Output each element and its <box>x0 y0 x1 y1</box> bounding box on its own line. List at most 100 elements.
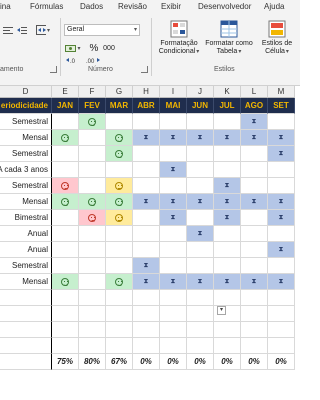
decrease-decimal-icon[interactable]: .00 <box>84 54 102 66</box>
thousands-separator-button[interactable]: 000 <box>100 42 118 54</box>
completion-percentage[interactable]: 67% <box>106 354 133 370</box>
status-cell[interactable] <box>133 178 160 194</box>
tab-formulas[interactable]: Fórmulas <box>30 2 63 11</box>
status-cell[interactable] <box>79 114 106 130</box>
status-cell[interactable]: ⧗ <box>268 130 295 146</box>
status-cell[interactable] <box>52 210 79 226</box>
status-cell[interactable]: ⧗ <box>268 194 295 210</box>
empty-cell[interactable] <box>52 306 79 322</box>
number-format-dropdown[interactable]: Geral ▾ <box>64 24 140 36</box>
tab-review[interactable]: Revisão <box>118 2 147 11</box>
completion-percentage[interactable]: 0% <box>133 354 160 370</box>
status-cell[interactable] <box>187 146 214 162</box>
periodicity-cell[interactable]: Mensal <box>0 274 52 290</box>
status-cell[interactable] <box>160 178 187 194</box>
status-cell[interactable] <box>160 242 187 258</box>
status-cell[interactable] <box>160 226 187 242</box>
status-cell[interactable]: ⧗ <box>133 258 160 274</box>
periodicity-cell[interactable]: Bimestral <box>0 210 52 226</box>
empty-cell[interactable] <box>268 338 295 354</box>
empty-cell[interactable] <box>268 322 295 338</box>
tab-help[interactable]: Ajuda <box>264 2 284 11</box>
status-cell[interactable] <box>79 226 106 242</box>
status-cell[interactable] <box>133 242 160 258</box>
periodicity-cell[interactable]: Anual <box>0 226 52 242</box>
status-cell[interactable] <box>79 258 106 274</box>
status-cell[interactable] <box>187 242 214 258</box>
empty-cell[interactable] <box>214 338 241 354</box>
empty-cell[interactable] <box>133 290 160 306</box>
status-cell[interactable]: ⧗ <box>160 194 187 210</box>
status-cell[interactable]: ⧗ <box>268 210 295 226</box>
column-header-k[interactable]: K <box>214 86 241 98</box>
status-cell[interactable] <box>106 146 133 162</box>
periodicity-cell[interactable]: A cada 3 anos <box>0 162 52 178</box>
status-cell[interactable] <box>79 146 106 162</box>
periodicity-cell[interactable]: Semestral <box>0 114 52 130</box>
empty-cell[interactable] <box>79 322 106 338</box>
status-cell[interactable] <box>268 178 295 194</box>
empty-cell[interactable] <box>106 290 133 306</box>
status-cell[interactable] <box>106 130 133 146</box>
column-header-h[interactable]: H <box>133 86 160 98</box>
completion-percentage[interactable]: 0% <box>214 354 241 370</box>
empty-cell[interactable] <box>106 322 133 338</box>
empty-cell[interactable] <box>160 306 187 322</box>
empty-cell[interactable] <box>52 290 79 306</box>
status-cell[interactable]: ⧗ <box>160 274 187 290</box>
empty-cell[interactable] <box>214 290 241 306</box>
tab-page-layout[interactable]: ina <box>0 2 11 11</box>
empty-cell[interactable] <box>241 306 268 322</box>
empty-cell[interactable] <box>268 306 295 322</box>
increase-decimal-icon[interactable]: .0 <box>64 54 82 66</box>
empty-cell[interactable] <box>0 322 52 338</box>
status-cell[interactable] <box>133 226 160 242</box>
tab-developer[interactable]: Desenvolvedor <box>198 2 251 11</box>
status-cell[interactable]: ⧗ <box>268 242 295 258</box>
status-cell[interactable]: ⧗ <box>214 210 241 226</box>
status-cell[interactable] <box>79 130 106 146</box>
column-header-l[interactable]: L <box>241 86 268 98</box>
status-cell[interactable] <box>133 146 160 162</box>
status-cell[interactable] <box>214 146 241 162</box>
status-cell[interactable] <box>106 274 133 290</box>
status-cell[interactable]: ⧗ <box>214 194 241 210</box>
status-cell[interactable]: ⧗ <box>160 210 187 226</box>
column-header-m[interactable]: M <box>268 86 295 98</box>
status-cell[interactable] <box>214 226 241 242</box>
status-cell[interactable] <box>187 258 214 274</box>
empty-cell[interactable] <box>187 322 214 338</box>
completion-percentage[interactable]: 0% <box>241 354 268 370</box>
status-cell[interactable]: ⧗ <box>133 274 160 290</box>
status-cell[interactable] <box>241 178 268 194</box>
currency-format-icon[interactable]: ▾ <box>64 42 82 54</box>
periodicity-cell[interactable]: Mensal <box>0 130 52 146</box>
status-cell[interactable] <box>187 162 214 178</box>
empty-cell[interactable] <box>0 354 52 370</box>
status-cell[interactable] <box>241 210 268 226</box>
status-cell[interactable] <box>52 114 79 130</box>
completion-percentage[interactable]: 80% <box>79 354 106 370</box>
status-cell[interactable]: ⧗ <box>214 178 241 194</box>
empty-cell[interactable] <box>187 306 214 322</box>
periodicity-cell[interactable]: Mensal <box>0 194 52 210</box>
empty-cell[interactable] <box>187 290 214 306</box>
status-cell[interactable]: ⧗ <box>214 274 241 290</box>
status-cell[interactable]: ⧗ <box>187 194 214 210</box>
status-cell[interactable] <box>106 194 133 210</box>
status-cell[interactable] <box>160 258 187 274</box>
status-cell[interactable] <box>214 162 241 178</box>
empty-cell[interactable] <box>268 290 295 306</box>
status-cell[interactable] <box>241 146 268 162</box>
status-cell[interactable] <box>79 274 106 290</box>
status-cell[interactable] <box>133 114 160 130</box>
empty-cell[interactable] <box>133 322 160 338</box>
status-cell[interactable] <box>241 162 268 178</box>
empty-cell[interactable] <box>160 338 187 354</box>
status-cell[interactable] <box>52 130 79 146</box>
status-cell[interactable]: ⧗ <box>214 130 241 146</box>
column-header-d[interactable]: D <box>0 86 52 98</box>
column-header-g[interactable]: G <box>106 86 133 98</box>
status-cell[interactable] <box>187 114 214 130</box>
percent-style-button[interactable]: % <box>88 42 100 54</box>
